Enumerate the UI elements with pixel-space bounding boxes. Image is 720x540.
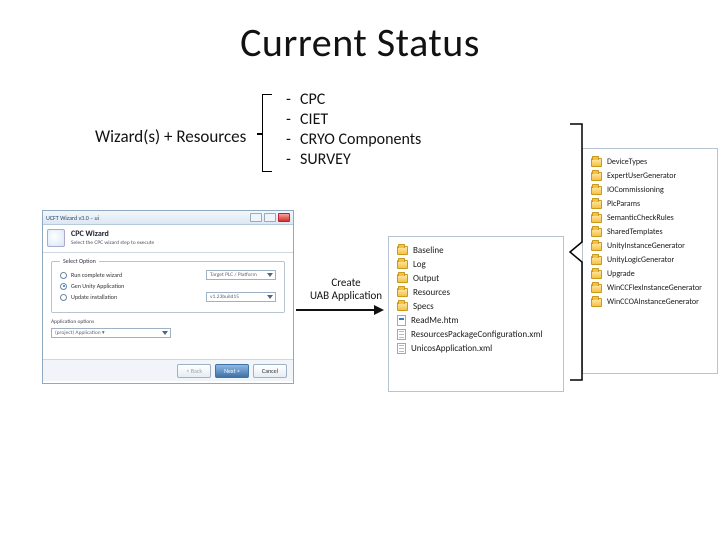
file-name: Specs bbox=[413, 301, 434, 312]
file-name: Log bbox=[413, 259, 426, 270]
bracket-left bbox=[262, 94, 272, 172]
folder-icon bbox=[591, 256, 602, 265]
folder-icon bbox=[397, 288, 408, 297]
file-name: PlcParams bbox=[607, 199, 640, 209]
file-row[interactable]: Output bbox=[397, 271, 555, 285]
create-uab-label: Create UAB Application bbox=[306, 276, 386, 302]
cancel-button[interactable]: Cancel bbox=[253, 364, 287, 378]
select-option-fieldset: Select Option Run complete wizard Target… bbox=[51, 261, 285, 313]
back-button[interactable]: < Back bbox=[177, 364, 211, 378]
file-name: Baseline bbox=[413, 245, 444, 256]
file-row[interactable]: Upgrade bbox=[591, 267, 709, 281]
wizard-list-item: -SURVEY bbox=[286, 150, 421, 170]
file-row[interactable]: PlcParams bbox=[591, 197, 709, 211]
dialog-footer: < Back Next > Cancel bbox=[43, 359, 293, 381]
folder-icon bbox=[591, 284, 602, 293]
file-row[interactable]: DeviceTypes bbox=[591, 155, 709, 169]
file-name: WinCCOAInstanceGenerator bbox=[607, 297, 699, 307]
radio-gen-unity[interactable] bbox=[60, 283, 67, 290]
folder-icon bbox=[397, 274, 408, 283]
xml-icon bbox=[397, 329, 406, 340]
radio-gen-unity-label: Gen Unity Application bbox=[71, 282, 124, 290]
folder-icon bbox=[591, 228, 602, 237]
minimize-button[interactable] bbox=[250, 213, 262, 222]
file-name: UnityLogicGenerator bbox=[607, 255, 674, 265]
file-name: UnicosApplication.xml bbox=[411, 343, 492, 354]
file-row[interactable]: ReadMe.htm bbox=[397, 313, 555, 327]
file-row[interactable]: WinCCOAInstanceGenerator bbox=[591, 295, 709, 309]
folder-icon bbox=[591, 158, 602, 167]
target-combo[interactable]: Target PLC / Platform bbox=[206, 270, 276, 280]
file-name: Output bbox=[413, 273, 439, 284]
folder-icon bbox=[397, 246, 408, 255]
close-button[interactable] bbox=[278, 213, 290, 222]
radio-update-install[interactable] bbox=[60, 294, 67, 301]
radio-update-install-label: Update installation bbox=[71, 293, 117, 301]
wizard-resources-label: Wizard(s) + Resources bbox=[95, 126, 246, 147]
xml-icon bbox=[397, 343, 406, 354]
dialog-lower: Application options (project) Applicatio… bbox=[51, 319, 285, 338]
file-name: Upgrade bbox=[607, 269, 635, 279]
radio-run-complete-label: Run complete wizard bbox=[71, 271, 122, 279]
file-name: ResourcesPackageConfiguration.xml bbox=[411, 329, 543, 340]
fieldset-legend: Select Option bbox=[60, 257, 99, 265]
dialog-body: Select Option Run complete wizard Target… bbox=[43, 253, 293, 359]
wizard-list-item: -CIET bbox=[286, 110, 421, 130]
folder-icon bbox=[397, 260, 408, 269]
folder-pane-application: Baseline Log Output Resources Specs ReadMe.ht… bbox=[388, 236, 564, 392]
slide-title: Current Status bbox=[0, 18, 720, 67]
file-name: SemanticCheckRules bbox=[607, 213, 674, 223]
file-name: DeviceTypes bbox=[607, 157, 647, 167]
folder-pane-resources: DeviceTypes ExpertUserGenerator IOCommissi… bbox=[582, 148, 718, 374]
file-row[interactable]: Log bbox=[397, 257, 555, 271]
file-row[interactable]: ResourcesPackageConfiguration.xml bbox=[397, 327, 555, 341]
file-row[interactable]: SemanticCheckRules bbox=[591, 211, 709, 225]
app-options-label: Application options bbox=[51, 319, 285, 325]
arrow-create bbox=[296, 306, 384, 314]
dialog-titlebar: UCFT Wizard v3.0 – ui bbox=[43, 211, 293, 225]
wizard-list-item: -CRYO Components bbox=[286, 130, 421, 150]
file-row[interactable]: ExpertUserGenerator bbox=[591, 169, 709, 183]
file-name: Resources bbox=[413, 287, 450, 298]
cpc-wizard-dialog: UCFT Wizard v3.0 – ui CPC Wizard Select … bbox=[42, 210, 294, 384]
window-controls bbox=[250, 213, 290, 222]
wizard-list-item: -CPC bbox=[286, 90, 421, 110]
folder-icon bbox=[591, 270, 602, 279]
maximize-button[interactable] bbox=[264, 213, 276, 222]
dialog-subheading: Select the CPC wizard step to execute bbox=[71, 240, 287, 246]
dialog-header: CPC Wizard Select the CPC wizard step to… bbox=[43, 225, 293, 253]
version-combo[interactable]: v1.23build15 bbox=[206, 292, 276, 302]
app-options-combo[interactable]: (project) Application ▾ bbox=[51, 328, 171, 338]
file-row[interactable]: IOCommissioning bbox=[591, 183, 709, 197]
file-row[interactable]: Specs bbox=[397, 299, 555, 313]
folder-icon bbox=[591, 214, 602, 223]
folder-icon bbox=[591, 172, 602, 181]
file-row[interactable]: UnicosApplication.xml bbox=[397, 341, 555, 355]
file-name: SharedTemplates bbox=[607, 227, 663, 237]
file-name: WinCCFlexInstanceGenerator bbox=[607, 283, 702, 293]
folder-icon bbox=[591, 298, 602, 307]
html-icon bbox=[397, 315, 406, 326]
radio-run-complete[interactable] bbox=[60, 272, 67, 279]
file-name: ReadMe.htm bbox=[411, 315, 459, 326]
dialog-window-title: UCFT Wizard v3.0 – ui bbox=[46, 214, 99, 222]
file-row[interactable]: WinCCFlexInstanceGenerator bbox=[591, 281, 709, 295]
file-row[interactable]: UnityInstanceGenerator bbox=[591, 239, 709, 253]
file-row[interactable]: Resources bbox=[397, 285, 555, 299]
wizard-icon bbox=[47, 229, 65, 247]
dialog-heading: CPC Wizard bbox=[71, 229, 287, 239]
folder-icon bbox=[397, 302, 408, 311]
file-name: UnityInstanceGenerator bbox=[607, 241, 685, 251]
file-name: IOCommissioning bbox=[607, 185, 664, 195]
file-row[interactable]: SharedTemplates bbox=[591, 225, 709, 239]
file-name: ExpertUserGenerator bbox=[607, 171, 676, 181]
wizard-list: -CPC-CIET-CRYO Components-SURVEY bbox=[286, 90, 421, 170]
folder-icon bbox=[591, 242, 602, 251]
file-row[interactable]: UnityLogicGenerator bbox=[591, 253, 709, 267]
folder-icon bbox=[591, 186, 602, 195]
next-button[interactable]: Next > bbox=[215, 364, 249, 378]
file-row[interactable]: Baseline bbox=[397, 243, 555, 257]
folder-icon bbox=[591, 200, 602, 209]
